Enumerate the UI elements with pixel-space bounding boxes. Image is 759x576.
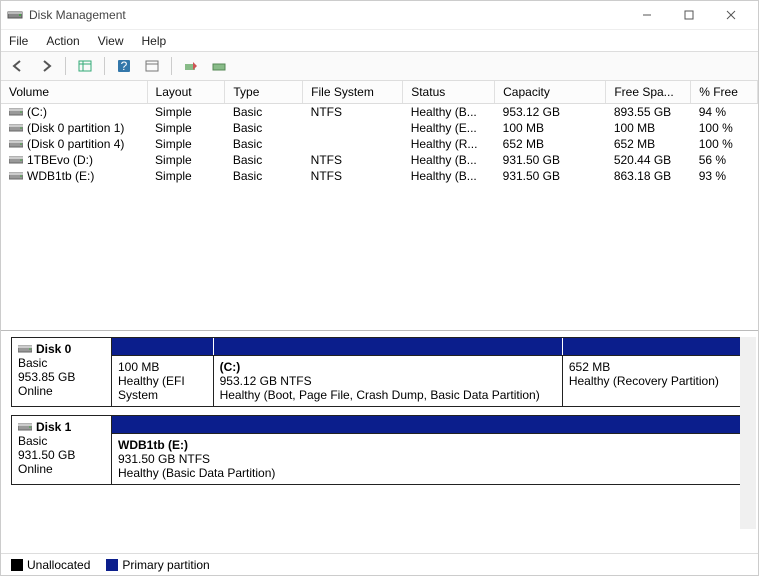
refresh-button[interactable] xyxy=(141,55,163,77)
column-header[interactable]: Type xyxy=(225,81,303,104)
action-button-1[interactable] xyxy=(180,55,202,77)
menu-action[interactable]: Action xyxy=(46,34,79,48)
menu-view[interactable]: View xyxy=(98,34,124,48)
column-header[interactable]: Free Spa... xyxy=(606,81,691,104)
toolbar-separator xyxy=(171,57,172,75)
back-button[interactable] xyxy=(7,55,29,77)
toolbar-separator xyxy=(65,57,66,75)
view-settings-button[interactable] xyxy=(74,55,96,77)
column-header[interactable]: % Free xyxy=(691,81,758,104)
titlebar: Disk Management xyxy=(1,1,758,29)
table-row[interactable]: (Disk 0 partition 1)SimpleBasicHealthy (… xyxy=(1,120,758,136)
action-button-2[interactable] xyxy=(208,55,230,77)
volume-list-pane: VolumeLayoutTypeFile SystemStatusCapacit… xyxy=(1,81,758,331)
disk-row[interactable]: Disk 0Basic953.85 GBOnline100 MBHealthy … xyxy=(11,337,748,407)
menu-help[interactable]: Help xyxy=(142,34,167,48)
toolbar-separator xyxy=(104,57,105,75)
legend-unallocated: Unallocated xyxy=(11,558,90,572)
table-row[interactable]: (Disk 0 partition 4)SimpleBasicHealthy (… xyxy=(1,136,758,152)
help-button[interactable]: ? xyxy=(113,55,135,77)
column-header[interactable]: Layout xyxy=(147,81,225,104)
toolbar: ? xyxy=(1,51,758,81)
window-title: Disk Management xyxy=(29,8,626,22)
column-header[interactable]: Volume xyxy=(1,81,147,104)
legend-primary: Primary partition xyxy=(106,558,209,572)
forward-button[interactable] xyxy=(35,55,57,77)
disk-map-pane: Disk 0Basic953.85 GBOnline100 MBHealthy … xyxy=(1,331,758,553)
column-header[interactable]: File System xyxy=(303,81,403,104)
partition-cell[interactable]: 652 MBHealthy (Recovery Partition) xyxy=(563,356,747,406)
scrollbar[interactable] xyxy=(740,337,756,529)
disk-row[interactable]: Disk 1Basic931.50 GBOnlineWDB1tb (E:)931… xyxy=(11,415,748,485)
legend: Unallocated Primary partition xyxy=(1,553,758,575)
table-row[interactable]: 1TBEvo (D:)SimpleBasicNTFSHealthy (B...9… xyxy=(1,152,758,168)
menubar: File Action View Help xyxy=(1,29,758,51)
app-icon xyxy=(7,7,23,23)
table-row[interactable]: (C:)SimpleBasicNTFSHealthy (B...953.12 G… xyxy=(1,104,758,121)
table-row[interactable]: WDB1tb (E:)SimpleBasicNTFSHealthy (B...9… xyxy=(1,168,758,184)
maximize-button[interactable] xyxy=(668,3,710,27)
partition-cell[interactable]: (C:)953.12 GB NTFSHealthy (Boot, Page Fi… xyxy=(214,356,563,406)
disk-header: Disk 0Basic953.85 GBOnline xyxy=(12,338,112,406)
svg-text:?: ? xyxy=(121,59,128,73)
menu-file[interactable]: File xyxy=(9,34,28,48)
partition-cell[interactable]: 100 MBHealthy (EFI System xyxy=(112,356,214,406)
volume-table: VolumeLayoutTypeFile SystemStatusCapacit… xyxy=(1,81,758,184)
partition-cell[interactable]: WDB1tb (E:)931.50 GB NTFSHealthy (Basic … xyxy=(112,434,747,484)
minimize-button[interactable] xyxy=(626,3,668,27)
disk-header: Disk 1Basic931.50 GBOnline xyxy=(12,416,112,484)
column-header[interactable]: Status xyxy=(403,81,495,104)
column-header[interactable]: Capacity xyxy=(495,81,606,104)
close-button[interactable] xyxy=(710,3,752,27)
